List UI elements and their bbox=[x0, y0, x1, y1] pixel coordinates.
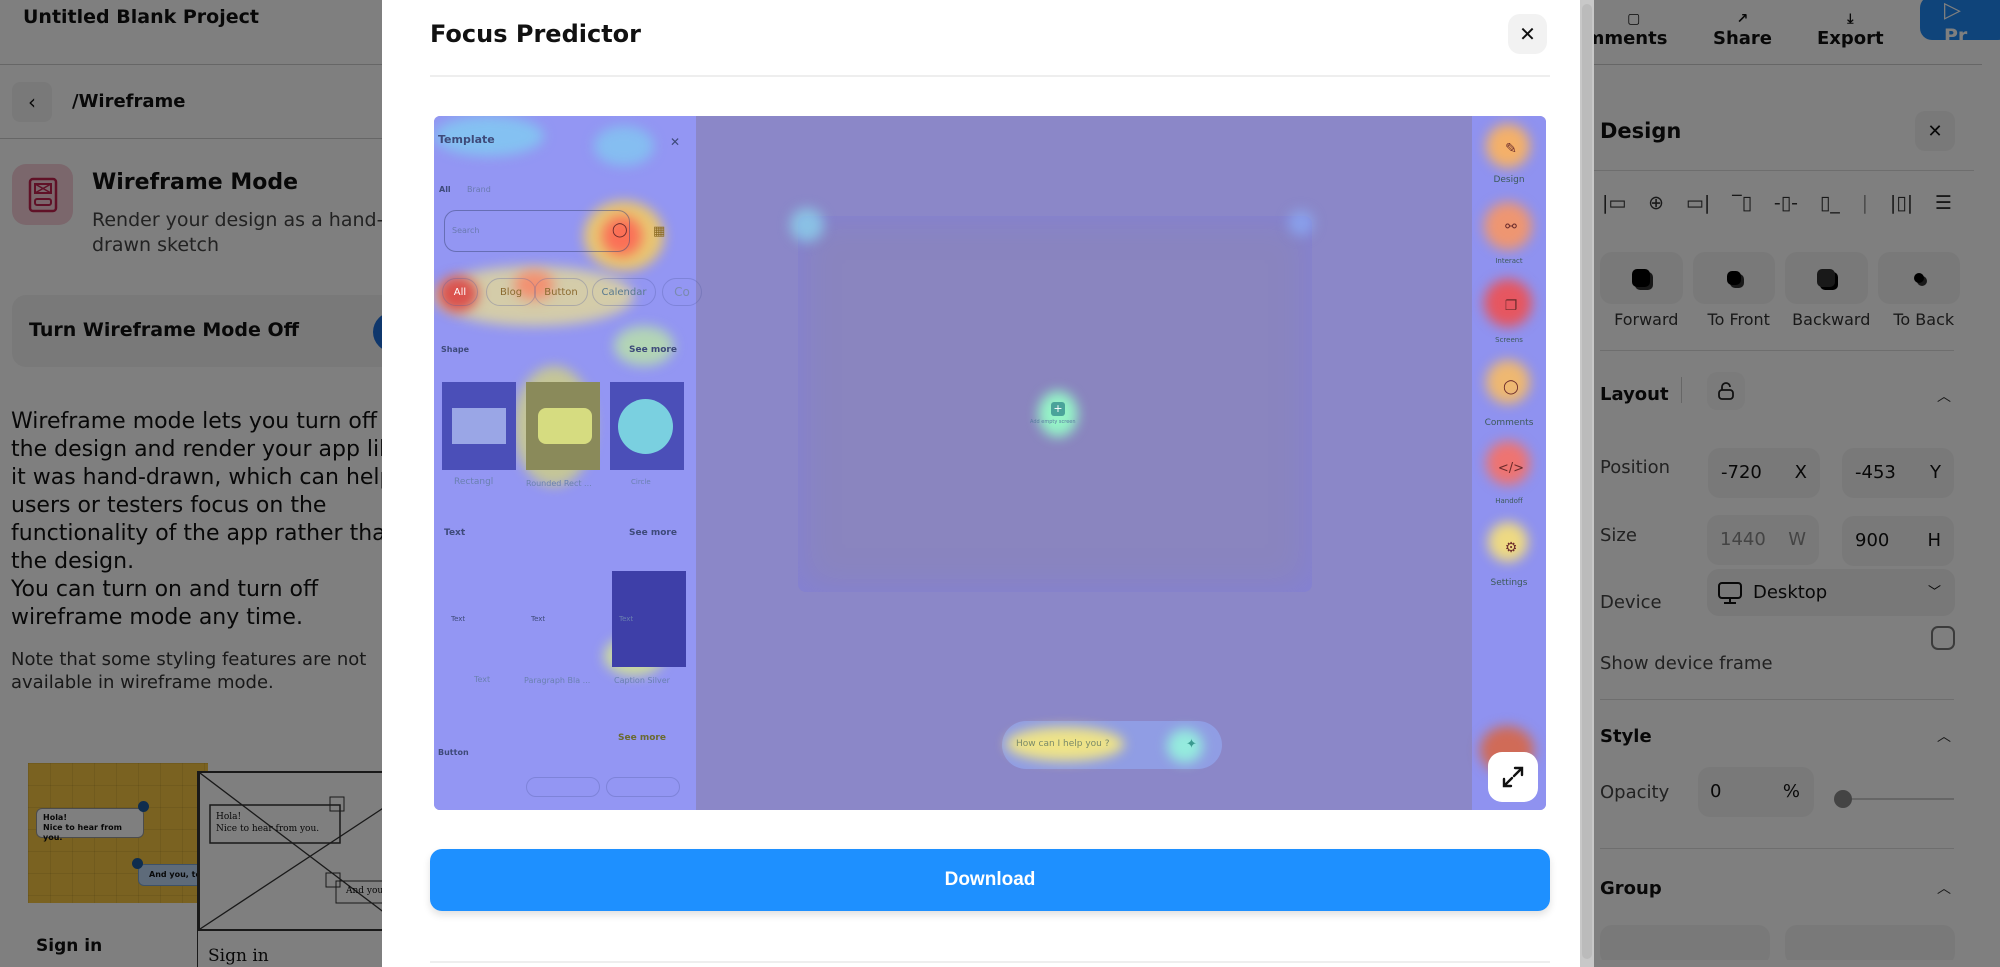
heatmap-canvas-area: + Add empty screen bbox=[790, 208, 1314, 592]
hm-section-title: Button bbox=[438, 748, 469, 757]
hm-text-thumb-label: Text bbox=[619, 615, 634, 623]
hm-text-label: Caption Silver bbox=[614, 676, 670, 685]
hm-chat-placeholder: How can I help you ? bbox=[1016, 739, 1110, 749]
hm-tab: All bbox=[439, 185, 451, 194]
focus-predictor-modal: Focus Predictor ✕ Template ✕ All Brand S… bbox=[382, 0, 1594, 967]
hm-sidebar-label: Design bbox=[1493, 175, 1525, 185]
hm-shape-label: Rectangl bbox=[454, 477, 494, 487]
hm-chip: Button bbox=[534, 278, 588, 306]
hm-text-label: Text bbox=[474, 675, 491, 684]
hm-handoff-icon: </> bbox=[1497, 460, 1525, 476]
heatmap-template-panel: Template ✕ All Brand Search ◯ ▦ All Blog… bbox=[434, 116, 702, 810]
hm-shape-label: Rounded Rect ... bbox=[526, 479, 592, 488]
hm-tab: Brand bbox=[467, 185, 491, 194]
hm-screens-icon: ❐ bbox=[1504, 298, 1518, 314]
divider bbox=[430, 961, 1550, 963]
hm-sidebar-label: Handoff bbox=[1495, 497, 1523, 505]
hm-shape-thumb bbox=[442, 382, 516, 470]
hm-sparkle-icon: ✦ bbox=[1186, 737, 1197, 752]
close-icon: ✕ bbox=[1519, 22, 1536, 46]
hm-search-icon: ◯ bbox=[612, 222, 628, 238]
focus-heatmap-image: Template ✕ All Brand Search ◯ ▦ All Blog… bbox=[434, 116, 1546, 810]
heatmap-chat-bar: How can I help you ? ✦ bbox=[1002, 721, 1222, 769]
hm-see-more: See more bbox=[629, 345, 677, 355]
hm-sidebar-label: Screens bbox=[1495, 336, 1523, 344]
hm-text-thumb-label: Text bbox=[531, 615, 546, 623]
hm-add-screen-icon: + bbox=[1051, 402, 1065, 416]
hm-sidebar-label: Interact bbox=[1495, 257, 1523, 265]
divider bbox=[430, 75, 1550, 77]
hm-settings-icon: ⚙ bbox=[1504, 540, 1518, 556]
download-button[interactable]: Download bbox=[430, 849, 1550, 911]
hm-section-title: Shape bbox=[441, 345, 470, 354]
hm-design-icon: ✎ bbox=[1505, 141, 1517, 157]
hm-chip: Calendar bbox=[592, 278, 656, 306]
hm-interact-icon: ⚯ bbox=[1505, 219, 1517, 235]
hm-comments-icon: ◯ bbox=[1503, 379, 1519, 395]
hm-sidebar-label: Settings bbox=[1490, 578, 1528, 588]
hm-button-thumb bbox=[606, 777, 680, 797]
hm-text-thumb-label: Text bbox=[451, 615, 466, 623]
modal-scrollbar-thumb[interactable] bbox=[1582, 4, 1592, 959]
hm-shape-label: Circle bbox=[631, 478, 651, 486]
hm-see-more: See more bbox=[629, 528, 677, 538]
hm-button-thumb bbox=[526, 777, 600, 797]
hm-section-title: Text bbox=[444, 528, 466, 538]
hm-close-icon: ✕ bbox=[670, 135, 681, 149]
hm-canvas-hint: Add empty screen bbox=[1030, 419, 1076, 425]
heatmap-right-sidebar: ✎ Design ⚯ Interact ❐ Screens ◯ Comments… bbox=[1472, 116, 1546, 810]
expand-image-button[interactable] bbox=[1488, 752, 1538, 802]
modal-title: Focus Predictor bbox=[430, 20, 641, 48]
modal-close-button[interactable]: ✕ bbox=[1508, 14, 1547, 54]
hm-grid-icon: ▦ bbox=[653, 224, 666, 239]
hm-text-label: Paragraph Bla ... bbox=[524, 676, 591, 685]
hm-sidebar-label: Comments bbox=[1484, 418, 1534, 428]
hm-chip: Co bbox=[662, 278, 702, 306]
hm-chip: All bbox=[442, 278, 478, 306]
modal-scrollbar[interactable] bbox=[1580, 0, 1594, 967]
hm-see-more: See more bbox=[618, 733, 666, 743]
hm-search-placeholder: Search bbox=[452, 226, 480, 235]
hm-shape-thumb bbox=[526, 382, 600, 470]
hm-chip: Blog bbox=[486, 278, 536, 306]
hm-panel-title: Template bbox=[438, 133, 495, 146]
expand-icon bbox=[1502, 766, 1524, 788]
hm-shape-thumb bbox=[610, 382, 684, 470]
